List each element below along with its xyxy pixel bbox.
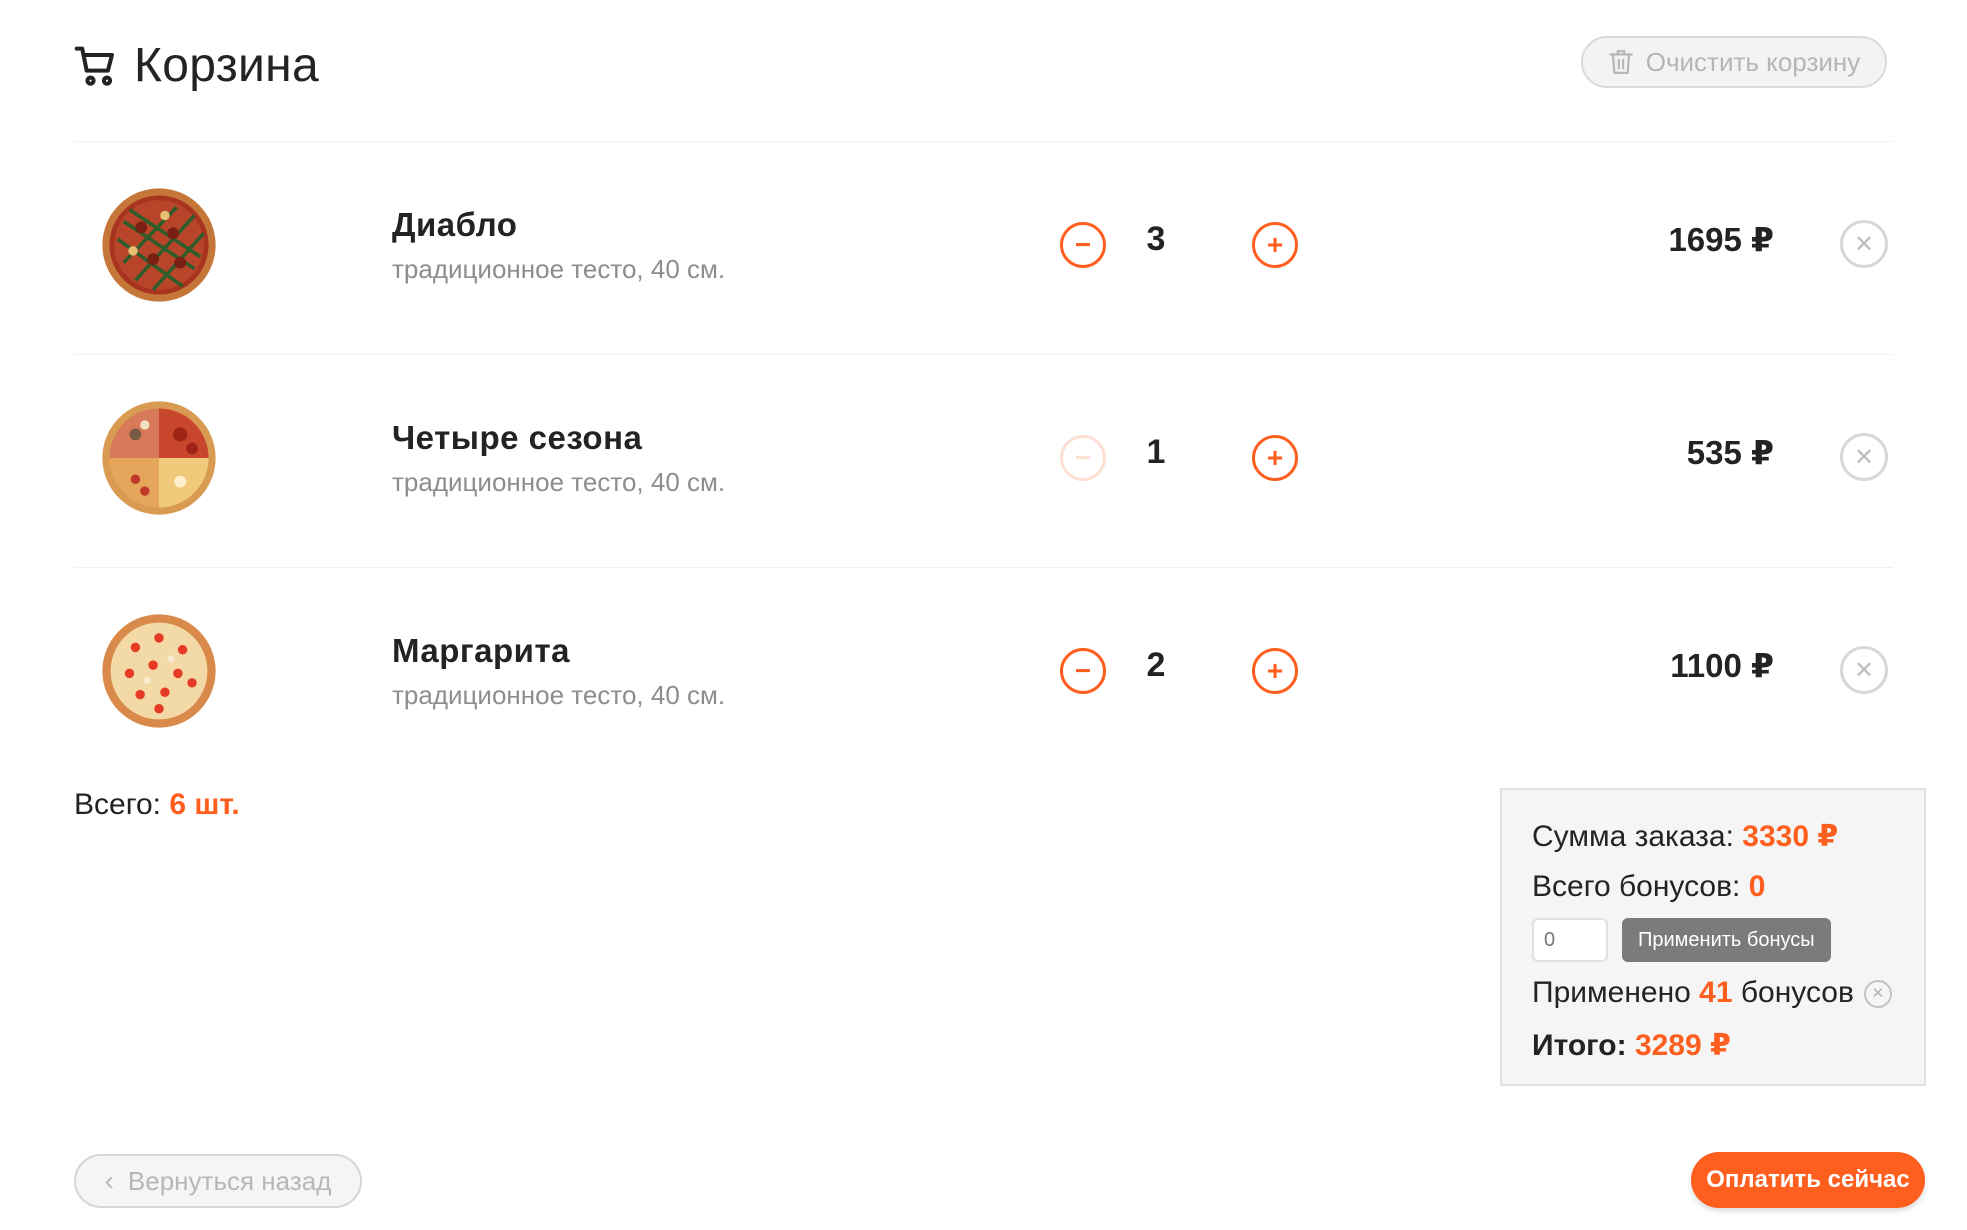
item-info: Диабло традиционное тесто, 40 см. bbox=[392, 206, 725, 285]
apply-bonus-button[interactable]: Применить бонусы bbox=[1622, 918, 1831, 962]
minus-icon: − bbox=[1074, 442, 1092, 473]
applied-bonus: Применено 41 бонусов ✕ bbox=[1532, 968, 1894, 1018]
plus-icon: + bbox=[1266, 229, 1284, 260]
bonus-input[interactable] bbox=[1532, 918, 1608, 962]
item-quantity: 3 bbox=[1146, 220, 1166, 258]
order-sum-value: 3330 ₽ bbox=[1742, 820, 1839, 853]
item-name: Диабло bbox=[392, 206, 518, 243]
cart-icon bbox=[74, 46, 114, 86]
item-description: традиционное тесто, 40 см. bbox=[392, 467, 726, 497]
cart-header: Корзина Очистить корзину bbox=[74, 30, 1893, 120]
remove-item-button[interactable]: ✕ bbox=[1840, 433, 1888, 481]
bonus-row: Применить бонусы bbox=[1532, 914, 1894, 966]
pizza-image bbox=[102, 188, 216, 302]
remove-item-button[interactable]: ✕ bbox=[1840, 646, 1888, 694]
bonus-total-label: Всего бонусов: bbox=[1532, 870, 1749, 903]
total-count-label: Всего: bbox=[74, 788, 170, 821]
pizza-image bbox=[102, 614, 216, 728]
decrease-button[interactable]: − bbox=[1060, 435, 1106, 481]
increase-button[interactable]: + bbox=[1252, 648, 1298, 694]
close-icon: ✕ bbox=[1853, 230, 1875, 258]
minus-icon: − bbox=[1074, 229, 1092, 260]
clear-cart-button[interactable]: Очистить корзину bbox=[1581, 36, 1887, 88]
item-name: Четыре сезона bbox=[392, 419, 643, 456]
clear-cart-label: Очистить корзину bbox=[1645, 46, 1861, 77]
applied-value: 41 bbox=[1699, 976, 1733, 1009]
decrease-button[interactable]: − bbox=[1060, 222, 1106, 268]
close-icon: ✕ bbox=[1853, 443, 1875, 471]
item-name: Маргарита bbox=[392, 632, 570, 669]
applied-suffix: бонусов bbox=[1732, 976, 1854, 1009]
remove-item-button[interactable]: ✕ bbox=[1840, 220, 1888, 268]
cart-item: Маргарита традиционное тесто, 40 см. − 2… bbox=[74, 568, 1893, 780]
increase-button[interactable]: + bbox=[1252, 435, 1298, 481]
title-wrap: Корзина bbox=[74, 38, 319, 93]
order-sum-label: Сумма заказа: bbox=[1532, 820, 1743, 853]
close-icon: ✕ bbox=[1871, 985, 1885, 1003]
final-total: Итого: 3289 ₽ bbox=[1532, 1018, 1894, 1074]
item-description: традиционное тесто, 40 см. bbox=[392, 254, 726, 284]
plus-icon: + bbox=[1266, 655, 1284, 686]
cart-item: Четыре сезона традиционное тесто, 40 см.… bbox=[74, 355, 1893, 567]
page-title: Корзина bbox=[134, 39, 319, 92]
item-quantity: 2 bbox=[1146, 646, 1166, 684]
pay-now-button[interactable]: Оплатить сейчас bbox=[1691, 1152, 1925, 1208]
bonus-total: Всего бонусов: 0 bbox=[1532, 862, 1894, 912]
minus-icon: − bbox=[1074, 655, 1092, 686]
bonus-total-value: 0 bbox=[1748, 870, 1766, 903]
increase-button[interactable]: + bbox=[1252, 222, 1298, 268]
item-price: 535 ₽ bbox=[1686, 434, 1774, 471]
item-price: 1100 ₽ bbox=[1670, 647, 1774, 684]
item-quantity: 1 bbox=[1146, 433, 1166, 471]
order-summary: Сумма заказа: 3330 ₽ Всего бонусов: 0 Пр… bbox=[1500, 788, 1926, 1086]
item-info: Маргарита традиционное тесто, 40 см. bbox=[392, 632, 725, 711]
final-total-label: Итого: bbox=[1532, 1029, 1635, 1062]
back-label: Вернуться назад bbox=[127, 1165, 332, 1196]
chevron-left-icon: ‹ bbox=[104, 1165, 114, 1196]
final-total-value: 3289 ₽ bbox=[1634, 1029, 1731, 1062]
pizza-image bbox=[102, 401, 216, 515]
total-count: Всего: 6 шт. bbox=[74, 788, 240, 822]
plus-icon: + bbox=[1266, 442, 1284, 473]
applied-prefix: Применено bbox=[1532, 976, 1700, 1009]
total-count-value: 6 шт. bbox=[169, 788, 240, 821]
item-description: традиционное тесто, 40 см. bbox=[392, 680, 726, 710]
item-price: 1695 ₽ bbox=[1668, 221, 1774, 258]
back-button[interactable]: ‹ Вернуться назад bbox=[74, 1154, 362, 1208]
cart-item: Диабло традиционное тесто, 40 см. − 3 + … bbox=[74, 142, 1893, 354]
item-info: Четыре сезона традиционное тесто, 40 см. bbox=[392, 419, 725, 498]
remove-bonus-button[interactable]: ✕ bbox=[1863, 980, 1892, 1009]
close-icon: ✕ bbox=[1853, 656, 1875, 684]
trash-icon bbox=[1608, 50, 1633, 74]
decrease-button[interactable]: − bbox=[1060, 648, 1106, 694]
order-sum: Сумма заказа: 3330 ₽ bbox=[1532, 812, 1894, 862]
